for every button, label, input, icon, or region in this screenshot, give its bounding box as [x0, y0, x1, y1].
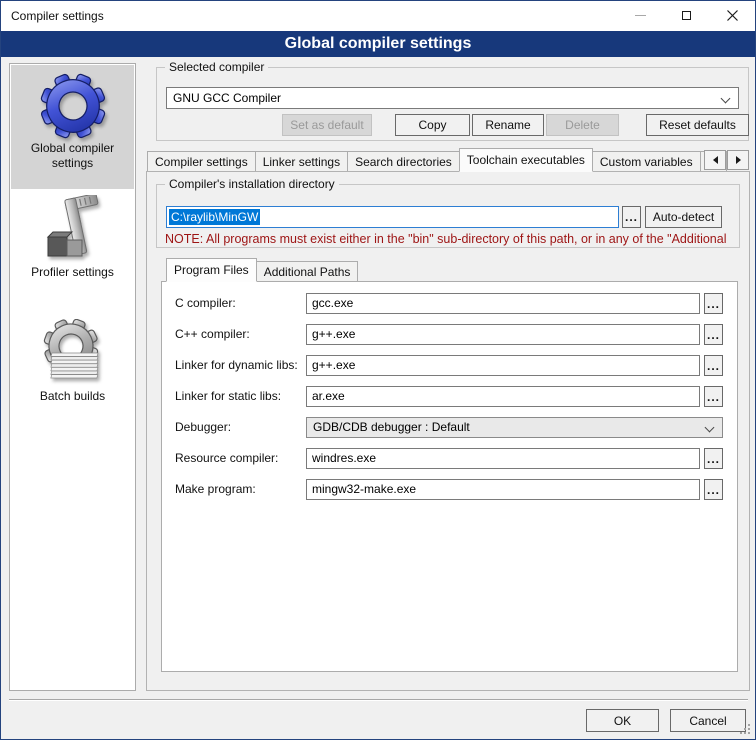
sidebar-item-batch-builds[interactable]: Batch builds	[11, 313, 134, 437]
tab-linker-settings[interactable]: Linker settings	[255, 151, 348, 172]
page-title: Global compiler settings	[1, 31, 755, 57]
field-label: Resource compiler:	[175, 448, 303, 469]
sidebar-item-label: Profiler settings	[11, 263, 134, 280]
field-value: g++.exe	[312, 325, 355, 344]
field-value: windres.exe	[312, 449, 376, 468]
browse-resource-compiler-button[interactable]: ...	[704, 448, 723, 469]
rename-button[interactable]: Rename	[472, 114, 544, 136]
cpp-compiler-input[interactable]: g++.exe	[306, 324, 700, 345]
make-program-input[interactable]: mingw32-make.exe	[306, 479, 700, 500]
browse-make-program-button[interactable]: ...	[704, 479, 723, 500]
batch-builds-icon	[11, 313, 134, 387]
blue-gear-icon	[11, 65, 134, 139]
chevron-down-icon	[721, 94, 731, 104]
tab-scroll-right-button[interactable]	[727, 150, 749, 170]
reset-defaults-button[interactable]: Reset defaults	[646, 114, 749, 136]
field-label: Linker for dynamic libs:	[175, 355, 303, 376]
field-label: Make program:	[175, 479, 303, 500]
subtab-program-files[interactable]: Program Files	[166, 258, 257, 282]
field-label: Linker for static libs:	[175, 386, 303, 407]
install-note: NOTE: All programs must exist either in …	[165, 232, 740, 246]
group-label: Compiler's installation directory	[165, 177, 339, 191]
field-label: C compiler:	[175, 293, 303, 314]
close-button[interactable]	[709, 1, 755, 30]
resource-compiler-input[interactable]: windres.exe	[306, 448, 700, 469]
autodetect-button[interactable]: Auto-detect	[645, 206, 722, 228]
compiler-settings-window: Compiler settings Global compiler settin…	[0, 0, 756, 740]
window-title: Compiler settings	[11, 1, 104, 31]
field-label: C++ compiler:	[175, 324, 303, 345]
program-tabs: Program Files Additional Paths	[166, 258, 358, 282]
close-icon	[727, 10, 738, 21]
tab-scroll-left-button[interactable]	[704, 150, 726, 170]
field-value: g++.exe	[312, 356, 355, 375]
resize-grip[interactable]	[748, 732, 750, 734]
field-value: mingw32-make.exe	[312, 480, 416, 499]
dynamic-linker-input[interactable]: g++.exe	[306, 355, 700, 376]
static-linker-input[interactable]: ar.exe	[306, 386, 700, 407]
settings-sidebar: Global compiler settings	[9, 63, 136, 691]
compiler-combobox-value: GNU GCC Compiler	[173, 88, 716, 109]
tab-compiler-settings[interactable]: Compiler settings	[147, 151, 256, 172]
field-label: Debugger:	[175, 417, 303, 438]
set-as-default-button[interactable]: Set as default	[282, 114, 372, 136]
maximize-button[interactable]	[663, 1, 709, 30]
install-dir-selected-text: C:\raylib\MinGW	[169, 209, 260, 225]
footer-divider	[9, 699, 748, 701]
field-value: ar.exe	[312, 387, 345, 406]
browse-dynamic-linker-button[interactable]: ...	[704, 355, 723, 376]
arrow-right-icon	[736, 156, 741, 164]
chevron-down-icon	[705, 423, 715, 433]
field-value: GDB/CDB debugger : Default	[313, 418, 470, 437]
c-compiler-input[interactable]: gcc.exe	[306, 293, 700, 314]
browse-static-linker-button[interactable]: ...	[704, 386, 723, 407]
minimize-button[interactable]	[617, 1, 663, 30]
tab-search-directories[interactable]: Search directories	[347, 151, 460, 172]
install-dir-input[interactable]: C:\raylib\MinGW	[166, 206, 619, 228]
minimize-icon	[635, 15, 646, 16]
copy-button[interactable]: Copy	[395, 114, 470, 136]
cancel-button[interactable]: Cancel	[670, 709, 746, 732]
field-value: gcc.exe	[312, 294, 353, 313]
browse-c-compiler-button[interactable]: ...	[704, 293, 723, 314]
arrow-left-icon	[713, 156, 718, 164]
compiler-tabs: Compiler settings Linker settings Search…	[147, 148, 727, 172]
debugger-select[interactable]: GDB/CDB debugger : Default	[306, 417, 723, 438]
caliper-icon	[11, 189, 134, 263]
compiler-combobox[interactable]: GNU GCC Compiler	[166, 87, 739, 109]
sidebar-item-profiler-settings[interactable]: Profiler settings	[11, 189, 134, 313]
subtab-additional-paths[interactable]: Additional Paths	[256, 261, 359, 282]
titlebar: Compiler settings	[1, 1, 755, 31]
ok-button[interactable]: OK	[586, 709, 659, 732]
tab-custom-variables[interactable]: Custom variables	[592, 151, 701, 172]
browse-install-dir-button[interactable]: ...	[622, 206, 641, 228]
sidebar-item-label: Global compiler settings	[11, 139, 134, 171]
tab-toolchain-executables[interactable]: Toolchain executables	[459, 148, 593, 172]
sidebar-item-global-compiler-settings[interactable]: Global compiler settings	[11, 65, 134, 189]
group-label: Selected compiler	[165, 60, 268, 74]
sidebar-item-label: Batch builds	[11, 387, 134, 404]
maximize-icon	[682, 11, 691, 20]
browse-cpp-compiler-button[interactable]: ...	[704, 324, 723, 345]
delete-button[interactable]: Delete	[546, 114, 619, 136]
